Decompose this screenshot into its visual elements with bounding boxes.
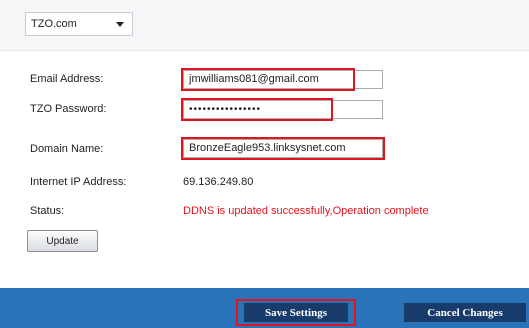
section-divider [0, 50, 529, 51]
update-button[interactable]: Update [27, 230, 98, 252]
password-field[interactable]: •••••••••••••••• [183, 100, 383, 119]
email-field[interactable]: jmwilliams081@gmail.com [183, 70, 383, 89]
email-label: Email Address: [30, 73, 104, 85]
password-label: TZO Password: [30, 103, 107, 115]
save-settings-button[interactable]: Save Settings [244, 303, 348, 322]
ip-value: 69.136.249.80 [183, 176, 254, 188]
status-label: Status: [30, 205, 65, 217]
cancel-changes-button[interactable]: Cancel Changes [404, 303, 526, 322]
ddns-service-select[interactable]: TZO.com [25, 12, 133, 36]
domain-field[interactable]: BronzeEagle953.linksysnet.com [183, 139, 383, 158]
status-message: DDNS is updated successfully,Operation c… [183, 205, 429, 217]
domain-label: Domain Name: [30, 143, 104, 155]
ddns-service-value: TZO.com [31, 18, 77, 30]
chevron-down-icon[interactable] [116, 22, 124, 27]
ip-label: Internet IP Address: [30, 176, 127, 188]
